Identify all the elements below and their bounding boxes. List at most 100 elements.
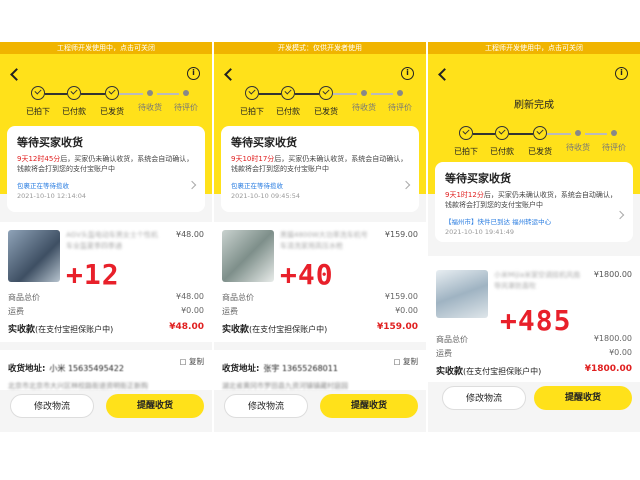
info-icon[interactable]: i <box>187 67 200 80</box>
status-card[interactable]: 等待买家收货 9天1时12分后，买家仍未确认收货，系统会自动确认，钱款将会打到您的… <box>435 162 633 242</box>
chevron-left-icon[interactable] <box>10 68 23 81</box>
dev-banner[interactable]: 工程师开发使用中，点击可关闭 <box>0 42 212 54</box>
row-label: 商品总价 <box>222 293 254 302</box>
step-label: 已发货 <box>314 107 338 116</box>
address-header: 收货地址: 小米 15635495422 <box>8 356 204 375</box>
step-label: 待收货 <box>138 103 162 112</box>
dev-banner[interactable]: 开发模式：仅供开发者使用 <box>214 42 426 54</box>
paid-value: ¥1800.00 <box>584 364 632 374</box>
product-price: ¥1800.00 <box>593 270 632 279</box>
progress-step: 待收货 <box>130 86 170 113</box>
tracking-info[interactable]: 包裹正在等待揽收 <box>231 180 409 190</box>
pending-dot-icon <box>611 130 617 136</box>
row-value: ¥48.00 <box>176 292 204 301</box>
paid-note: (在支付宝担保账户中) <box>249 325 328 334</box>
progress-step: 待评价 <box>380 86 420 113</box>
progress-step: 待收货 <box>558 126 598 153</box>
pending-dot-icon <box>397 90 403 96</box>
product-name[interactable]: AGV头盔电动车男女士个性机车全盔夏季四季通 <box>66 230 158 252</box>
overlay-count: +12 <box>66 258 120 291</box>
pending-dot-icon <box>575 130 581 136</box>
step-label: 已付款 <box>62 107 86 116</box>
info-icon[interactable]: i <box>401 67 414 80</box>
check-circle-icon <box>105 86 119 100</box>
step-label: 已拍下 <box>240 107 264 116</box>
remind-receipt-button[interactable]: 提醒收货 <box>320 394 418 418</box>
progress-step: 待评价 <box>166 86 206 113</box>
progress-step: 已拍下 <box>18 86 58 117</box>
chevron-left-icon[interactable] <box>224 68 237 81</box>
paid-value: ¥159.00 <box>377 322 418 332</box>
check-circle-icon <box>533 126 547 140</box>
check-circle-icon <box>245 86 259 100</box>
action-bar: 修改物流 提醒收货 <box>214 394 426 422</box>
product-thumbnail[interactable] <box>222 230 274 282</box>
refresh-status: 刷新完成 <box>514 100 554 111</box>
goods-section: AGV头盔电动车男女士个性机车全盔夏季四季通 ¥48.00 +12 商品总价 ¥48.0… <box>0 222 212 342</box>
product-thumbnail[interactable] <box>8 230 60 282</box>
progress-step: 待评价 <box>594 126 634 153</box>
tracking-info[interactable]: 包裹正在等待揽收 <box>17 180 195 190</box>
product-name[interactable]: 小米Mijia米家空调挂机风扇导风罩防直吹 <box>494 270 586 292</box>
modify-logistics-button[interactable]: 修改物流 <box>10 394 94 418</box>
chevron-left-icon[interactable] <box>438 68 451 81</box>
product-price: ¥48.00 <box>176 230 204 239</box>
modify-logistics-button[interactable]: 修改物流 <box>442 386 526 410</box>
status-description: 9天1时12分后，买家仍未确认收货，系统会自动确认，钱款将会打到您的支付宝账户中 <box>445 190 623 210</box>
progress-steps: 已拍下 已付款 已发货 待收货 待评价 <box>428 126 640 166</box>
product-name[interactable]: 黑猫4800W大功率洗车机号车清洗家用高压水枪 <box>280 230 372 252</box>
step-label: 待收货 <box>352 103 376 112</box>
freight-row: 运费 ¥0.00 <box>436 348 632 359</box>
progress-step: 已发货 <box>306 86 346 117</box>
row-value: ¥0.00 <box>609 348 632 357</box>
progress-step: 已付款 <box>268 86 308 117</box>
countdown-time: 9天12时45分 <box>17 155 61 163</box>
step-label: 已付款 <box>276 107 300 116</box>
countdown-time: 9天1时12分 <box>445 191 484 199</box>
tracking-info[interactable]: 【福州市】快件已到达 福州转运中心 <box>445 216 623 226</box>
copy-icon: ▢ <box>393 357 403 366</box>
row-label: 商品总价 <box>8 293 40 302</box>
action-bar: 修改物流 提醒收货 <box>428 386 640 414</box>
address-line: 北京市北京市大兴区林校路街道资明街正新购 <box>8 382 148 390</box>
step-label: 已发货 <box>528 147 552 156</box>
status-card[interactable]: 等待买家收货 9天10时17分后，买家仍未确认收货，系统会自动确认，钱款将会打到您… <box>221 126 419 212</box>
goods-total-row: 商品总价 ¥1800.00 <box>436 334 632 345</box>
paid-row: 实收款(在支付宝担保账户中) ¥159.00 <box>222 322 418 335</box>
status-title: 等待买家收货 <box>17 136 83 149</box>
step-label: 待评价 <box>388 103 412 112</box>
address-section: 收货地址: 张宇 13655268011 ▢ 复制湖北省黄冈市罗田县九资河镇镇藏村庭… <box>214 350 426 390</box>
progress-step: 已付款 <box>482 126 522 157</box>
freight-row: 运费 ¥0.00 <box>222 306 418 317</box>
row-value: ¥0.00 <box>395 306 418 315</box>
step-label: 已发货 <box>100 107 124 116</box>
status-card[interactable]: 等待买家收货 9天12时45分后，买家仍未确认收货，系统会自动确认，钱款将会打到您… <box>7 126 205 212</box>
dev-banner[interactable]: 工程师开发使用中，点击可关闭 <box>428 42 640 54</box>
remind-receipt-button[interactable]: 提醒收货 <box>106 394 204 418</box>
progress-step: 已发货 <box>520 126 560 157</box>
address-header: 收货地址: 张宇 13655268011 <box>222 356 418 375</box>
paid-note: (在支付宝担保账户中) <box>463 367 542 376</box>
step-label: 待评价 <box>174 103 198 112</box>
progress-step: 待收货 <box>344 86 384 113</box>
overlay-count: +40 <box>280 258 334 291</box>
freight-row: 运费 ¥0.00 <box>8 306 204 317</box>
modify-logistics-button[interactable]: 修改物流 <box>224 394 308 418</box>
address-line: 湖北省黄冈市罗田县九资河镇镇藏村庭园 <box>222 382 348 390</box>
check-circle-icon <box>281 86 295 100</box>
copy-button[interactable]: ▢ 复制 <box>394 356 418 367</box>
progress-step: 已发货 <box>92 86 132 117</box>
remind-receipt-button[interactable]: 提醒收货 <box>534 386 632 410</box>
copy-button[interactable]: ▢ 复制 <box>180 356 204 367</box>
order-panel: 工程师开发使用中，点击可关闭 i 刷新完成已拍下 已付款 已发货 待收货 待评价 等待买家收货… <box>428 42 640 432</box>
pending-dot-icon <box>361 90 367 96</box>
pending-dot-icon <box>183 90 189 96</box>
address-label: 收货地址: <box>222 364 260 374</box>
product-thumbnail[interactable] <box>436 270 488 318</box>
info-icon[interactable]: i <box>615 67 628 80</box>
paid-label: 实收款 <box>436 367 464 377</box>
status-description: 9天10时17分后，买家仍未确认收货，系统会自动确认，钱款将会打到您的支付宝账户… <box>231 154 409 174</box>
paid-label: 实收款 <box>222 325 250 335</box>
copy-label: 复制 <box>403 357 418 366</box>
copy-icon: ▢ <box>179 357 189 366</box>
